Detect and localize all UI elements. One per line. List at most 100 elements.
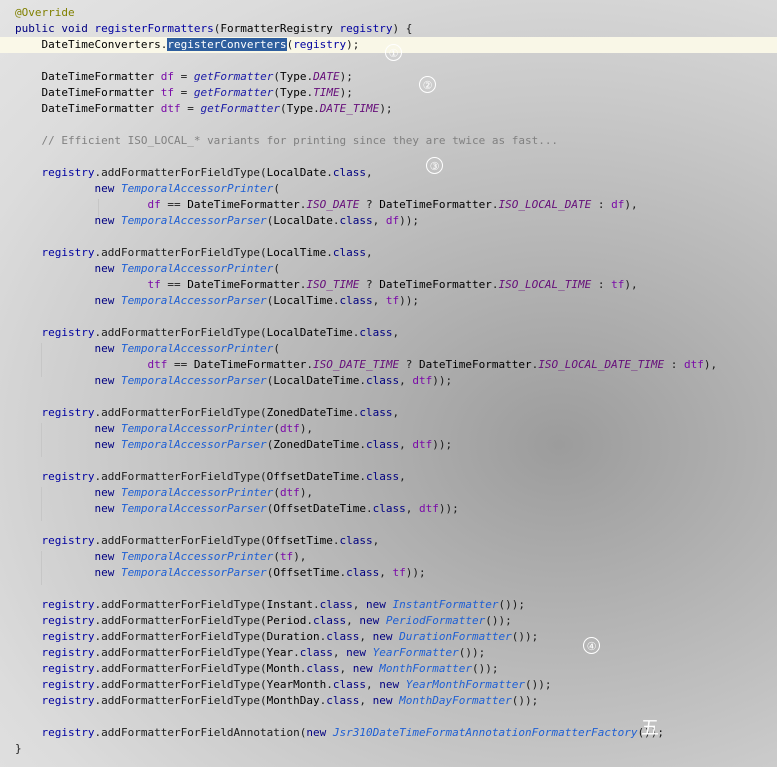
code-line[interactable]: registry.addFormatterForFieldType(MonthD…: [0, 693, 777, 709]
code-token: new: [346, 646, 373, 659]
code-token: ),: [624, 278, 638, 291]
code-line[interactable]: @Override: [0, 5, 777, 21]
code-token: class: [313, 614, 347, 627]
code-token: ISO_LOCAL_TIME: [498, 278, 592, 291]
code-editor[interactable]: @Override public void registerFormatters(…: [0, 0, 777, 767]
code-token: .: [326, 678, 333, 691]
code-line[interactable]: }: [0, 741, 777, 757]
code-token: ,: [399, 374, 413, 387]
code-line[interactable]: registry.addFormatterForFieldType(LocalT…: [0, 245, 777, 261]
code-token: ISO_DATE_TIME: [313, 358, 400, 371]
code-token: dtf: [160, 102, 181, 115]
code-line[interactable]: new TemporalAccessorParser(ZonedDateTime…: [0, 437, 777, 453]
code-token: (: [273, 70, 280, 83]
annotation-badge-3: ③: [426, 157, 443, 174]
code-token: Year: [266, 646, 294, 659]
code-token: ,: [346, 614, 360, 627]
code-token: new: [94, 374, 121, 387]
code-token: tf: [279, 550, 294, 563]
code-token: InstantFormatter: [392, 598, 499, 611]
code-line[interactable]: new TemporalAccessorParser(OffsetTime.cl…: [0, 565, 777, 581]
code-token: ),: [703, 358, 718, 371]
code-token: ,: [366, 678, 380, 691]
code-token: getFormatter: [193, 70, 274, 83]
annotation-badge-2: ②: [419, 76, 436, 93]
code-line[interactable]: new TemporalAccessorParser(OffsetDateTim…: [0, 501, 777, 517]
code-line[interactable]: [0, 229, 777, 245]
code-token: registry: [41, 662, 95, 675]
code-token: LocalTime: [273, 294, 333, 307]
code-line[interactable]: registry.addFormatterForFieldType(Offset…: [0, 533, 777, 549]
code-line[interactable]: public void registerFormatters(Formatter…: [0, 21, 777, 37]
code-line[interactable]: DateTimeFormatter df = getFormatter(Type…: [0, 69, 777, 85]
code-line[interactable]: // Efficient ISO_LOCAL_* variants for pr…: [0, 133, 777, 149]
code-token: ),: [299, 486, 314, 499]
code-line[interactable]: registry.addFormatterForFieldType(Period…: [0, 613, 777, 629]
code-token: .: [313, 598, 320, 611]
code-line[interactable]: registry.addFormatterForFieldType(Month.…: [0, 661, 777, 677]
code-line[interactable]: [0, 581, 777, 597]
code-line[interactable]: [0, 389, 777, 405]
code-token: TemporalAccessorPrinter: [120, 550, 274, 563]
annotation-badge-1: ①: [385, 44, 402, 61]
code-line[interactable]: [0, 709, 777, 725]
code-line[interactable]: [0, 517, 777, 533]
code-token: OffsetTime: [273, 566, 340, 579]
code-token: tf: [147, 278, 161, 291]
code-line[interactable]: registry.addFormatterForFieldType(Offset…: [0, 469, 777, 485]
code-line[interactable]: registry.addFormatterForFieldType(Year.c…: [0, 645, 777, 661]
code-token: registry: [41, 630, 95, 643]
code-token: class: [332, 246, 367, 259]
code-token: Type: [279, 70, 307, 83]
code-line[interactable]: [0, 117, 777, 133]
code-token: ,: [366, 246, 373, 259]
code-line[interactable]: new TemporalAccessorParser(LocalDate.cla…: [0, 213, 777, 229]
code-token: .: [332, 214, 340, 227]
code-token: class: [366, 470, 400, 483]
code-token: class: [299, 646, 333, 659]
code-line[interactable]: tf == DateTimeFormatter. ISO_TIME ? DateT…: [0, 277, 777, 293]
code-line[interactable]: new TemporalAccessorPrinter(tf),: [0, 549, 777, 565]
code-token: new: [94, 294, 121, 307]
code-line[interactable]: [0, 453, 777, 469]
code-line[interactable]: [0, 309, 777, 325]
code-line[interactable]: registry.addFormatterForFieldType(Instan…: [0, 597, 777, 613]
code-token: @Override: [15, 6, 75, 19]
code-line[interactable]: DateTimeFormatter dtf = getFormatter(Typ…: [0, 101, 777, 117]
code-line[interactable]: new TemporalAccessorPrinter(dtf),: [0, 421, 777, 437]
code-line[interactable]: new TemporalAccessorPrinter(dtf),: [0, 485, 777, 501]
code-line[interactable]: new TemporalAccessorPrinter(: [0, 181, 777, 197]
code-token: registerFormatters: [94, 22, 214, 35]
code-token: ());: [511, 694, 539, 707]
code-line[interactable]: [0, 149, 777, 165]
code-token: registry: [41, 534, 95, 547]
code-line[interactable]: registry.addFormatterForFieldType(YearMo…: [0, 677, 777, 693]
code-line[interactable]: registry.addFormatterForFieldType(LocalD…: [0, 325, 777, 341]
code-line[interactable]: new TemporalAccessorParser(LocalDateTime…: [0, 373, 777, 389]
code-token: TIME: [313, 86, 340, 99]
code-token: .addFormatterForFieldType(: [94, 406, 267, 419]
code-token: ZonedDateTime: [273, 438, 360, 451]
code-line[interactable]: DateTimeFormatter tf = getFormatter(Type…: [0, 85, 777, 101]
code-line[interactable]: registry.addFormatterForFieldType(ZonedD…: [0, 405, 777, 421]
code-token: new: [94, 486, 121, 499]
code-line[interactable]: dtf == DateTimeFormatter.ISO_DATE_TIME ?…: [0, 357, 777, 373]
code-token: ,: [332, 646, 347, 659]
code-line[interactable]: registry.addFormatterForFieldType(Durati…: [0, 629, 777, 645]
code-line[interactable]: registry.addFormatterForFieldAnnotation(…: [0, 725, 777, 741]
code-token: YearMonthFormatter: [405, 678, 525, 691]
code-line[interactable]: new TemporalAccessorParser(LocalTime.cla…: [0, 293, 777, 309]
code-token: ,: [339, 662, 353, 675]
code-token: .addFormatterForFieldType(: [94, 662, 267, 675]
code-line[interactable]: new TemporalAccessorPrinter(: [0, 341, 777, 357]
code-token: PeriodFormatter: [385, 614, 486, 627]
code-line[interactable]: new TemporalAccessorPrinter(: [0, 261, 777, 277]
code-line[interactable]: registry.addFormatterForFieldType(LocalD…: [0, 165, 777, 181]
code-line[interactable]: df == DateTimeFormatter. ISO_DATE ? DateT…: [0, 197, 777, 213]
